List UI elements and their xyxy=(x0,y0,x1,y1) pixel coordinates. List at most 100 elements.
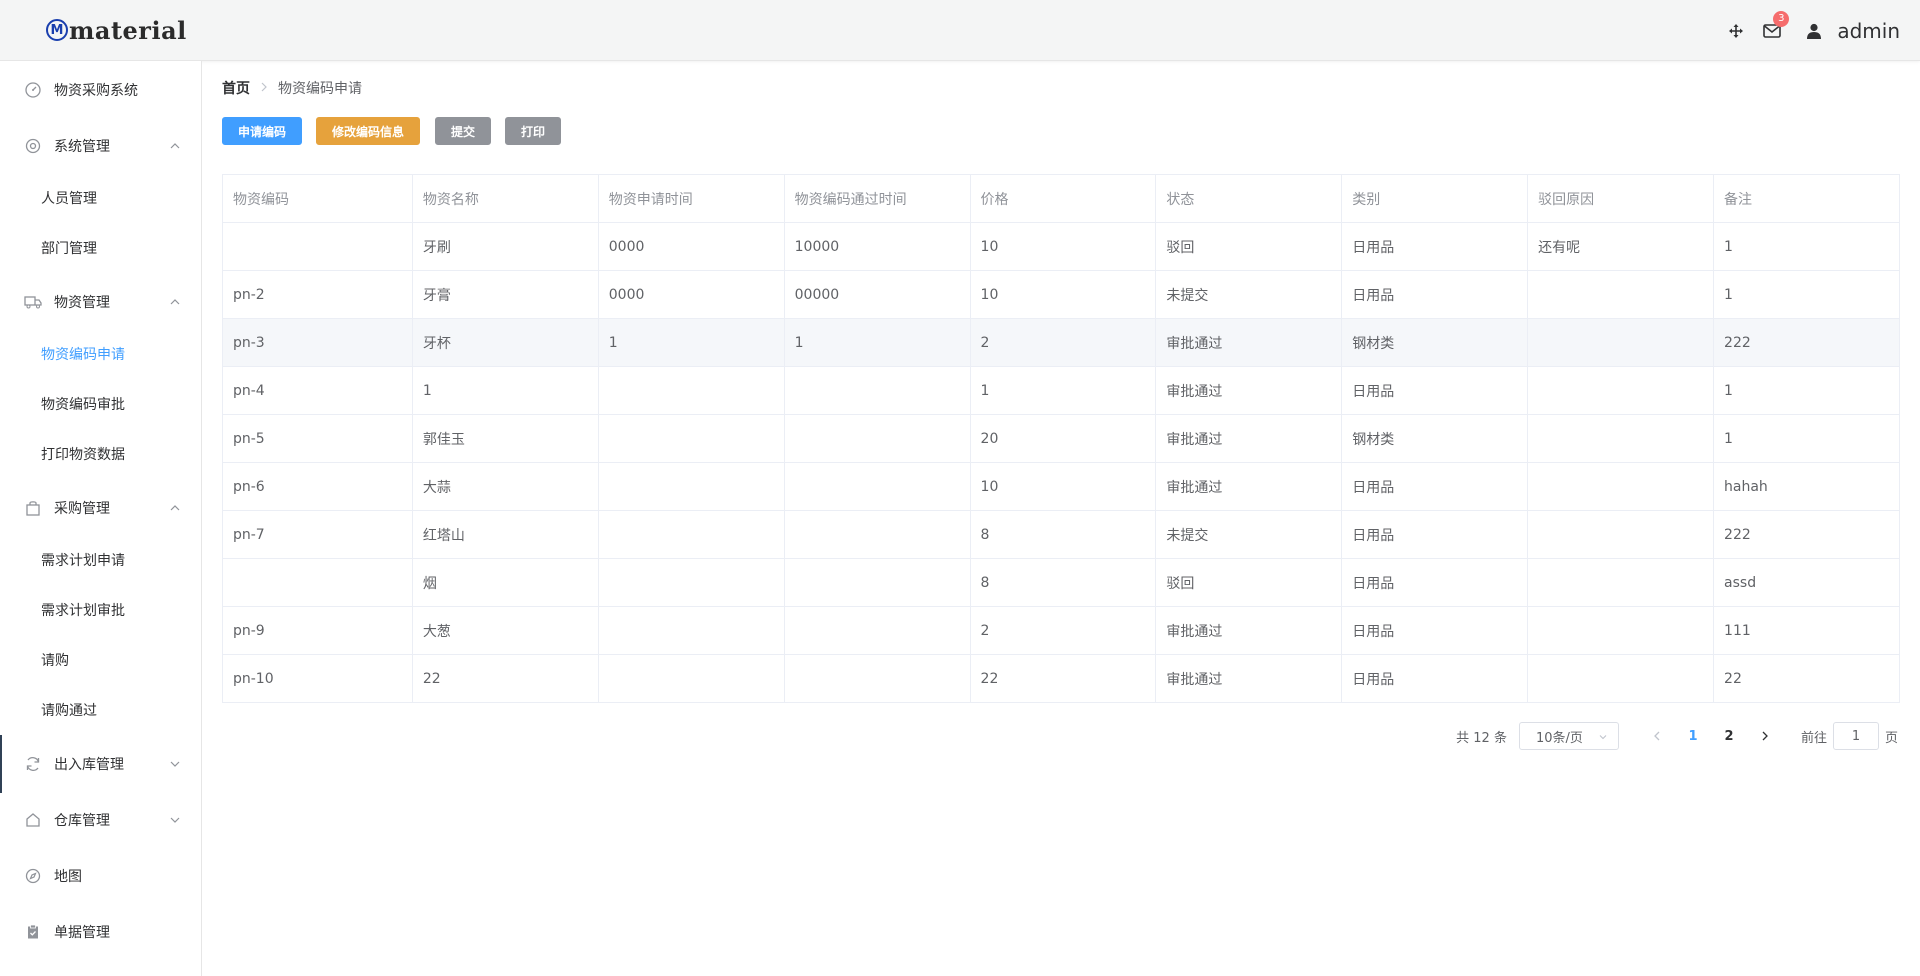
chevron-up-icon xyxy=(170,299,180,305)
table-cell: 222 xyxy=(1713,318,1900,367)
column-header: 驳回原因 xyxy=(1527,174,1715,223)
table-cell: 1 xyxy=(1713,222,1900,271)
page-number[interactable]: 1 xyxy=(1678,722,1708,750)
app-logo[interactable]: M material xyxy=(46,14,187,46)
goto-page-input[interactable]: 1 xyxy=(1832,722,1879,750)
user-icon[interactable] xyxy=(1803,20,1825,42)
table-cell: 10 xyxy=(969,270,1157,319)
page-number[interactable]: 2 xyxy=(1714,722,1744,750)
chevron-left-icon xyxy=(1654,731,1660,741)
table-cell: 1 xyxy=(1713,270,1900,319)
table-cell xyxy=(783,414,971,463)
sidebar-item-material[interactable]: 物资管理 xyxy=(0,277,201,327)
move-icon[interactable] xyxy=(1725,20,1747,42)
table-row[interactable]: pn-9 大葱 2 审批通过 日用品 111 xyxy=(222,606,1900,655)
table-cell: 1 xyxy=(783,318,971,367)
sidebar-item-requisition-approved[interactable]: 请购通过 xyxy=(0,685,201,735)
username[interactable]: admin xyxy=(1837,19,1900,43)
table-cell xyxy=(1527,654,1715,703)
material-table: 物资编码 物资名称 物资申请时间 物资编码通过时间 价格 状态 类别 驳回原因 … xyxy=(222,174,1900,703)
apply-code-button[interactable]: 申请编码 xyxy=(222,117,302,145)
submit-button[interactable]: 提交 xyxy=(435,117,491,145)
table-row[interactable]: pn-6 大蒜 10 审批通过 日用品 hahah xyxy=(222,462,1900,511)
sidebar-item-documents[interactable]: 单据管理 xyxy=(0,907,201,957)
sidebar-item-demand-apply[interactable]: 需求计划申请 xyxy=(0,535,201,585)
table-cell: 审批通过 xyxy=(1155,654,1343,703)
chevron-down-icon xyxy=(170,817,180,823)
table-cell xyxy=(597,510,785,559)
next-page-button[interactable] xyxy=(1750,722,1780,750)
table-cell: 日用品 xyxy=(1341,222,1529,271)
sidebar-item-code-apply[interactable]: 物资编码申请 xyxy=(0,329,201,379)
table-cell: 驳回 xyxy=(1155,222,1343,271)
sidebar-item-label: 系统管理 xyxy=(54,139,110,155)
sidebar-item-demand-review[interactable]: 需求计划审批 xyxy=(0,585,201,635)
column-header: 备注 xyxy=(1713,174,1900,223)
table-cell: 驳回 xyxy=(1155,558,1343,607)
sidebar-item-purchase[interactable]: 采购管理 xyxy=(0,483,201,533)
table-row[interactable]: pn-2 牙膏 0000 00000 10 未提交 日用品 1 xyxy=(222,270,1900,319)
column-header: 物资编码通过时间 xyxy=(783,174,971,223)
table-cell: 10000 xyxy=(783,222,971,271)
breadcrumb-home[interactable]: 首页 xyxy=(222,78,250,98)
sidebar-item-inout[interactable]: 出入库管理 xyxy=(0,739,201,789)
table-row[interactable]: pn-10 22 22 审批通过 日用品 22 xyxy=(222,654,1900,703)
table-cell: 红塔山 xyxy=(411,510,599,559)
column-header: 物资名称 xyxy=(411,174,599,223)
table-row[interactable]: pn-5 郭佳玉 20 审批通过 钢材类 1 xyxy=(222,414,1900,463)
sidebar-item-staff[interactable]: 人员管理 xyxy=(0,173,201,223)
table-cell: 审批通过 xyxy=(1155,318,1343,367)
logo-mark: M xyxy=(46,19,68,41)
table-header-row: 物资编码 物资名称 物资申请时间 物资编码通过时间 价格 状态 类别 驳回原因 … xyxy=(222,174,1900,223)
print-button[interactable]: 打印 xyxy=(505,117,561,145)
edit-code-button[interactable]: 修改编码信息 xyxy=(316,117,420,145)
table-cell: 0000 xyxy=(597,222,785,271)
column-header: 物资申请时间 xyxy=(597,174,785,223)
table-cell: 日用品 xyxy=(1341,654,1529,703)
column-header: 价格 xyxy=(969,174,1157,223)
table-row[interactable]: pn-7 红塔山 8 未提交 日用品 222 xyxy=(222,510,1900,559)
table-cell: 1 xyxy=(969,366,1157,415)
sidebar-item-requisition[interactable]: 请购 xyxy=(0,635,201,685)
table-cell: 审批通过 xyxy=(1155,606,1343,655)
sidebar-item-warehouse[interactable]: 仓库管理 xyxy=(0,795,201,845)
table-body: 牙刷 0000 10000 10 驳回 日用品 还有呢 1 pn-2 牙膏 0000 00000 10 未… xyxy=(222,222,1900,703)
sidebar-item-system[interactable]: 系统管理 xyxy=(0,121,201,171)
table-row[interactable]: 烟 8 驳回 日用品 assd xyxy=(222,558,1900,607)
page-jumper: 前往 1 页 xyxy=(1801,722,1898,750)
table-row[interactable]: pn-4 1 1 审批通过 日用品 1 xyxy=(222,366,1900,415)
table-cell xyxy=(783,366,971,415)
sidebar-item-map[interactable]: 地图 xyxy=(0,851,201,901)
sidebar-item-department[interactable]: 部门管理 xyxy=(0,223,201,273)
table-cell xyxy=(222,558,413,607)
table-cell: 1 xyxy=(597,318,785,367)
truck-icon xyxy=(24,293,42,311)
table-cell: 钢材类 xyxy=(1341,414,1529,463)
sidebar-item-label: 地图 xyxy=(54,869,82,885)
breadcrumb: 首页 物资编码申请 xyxy=(222,78,362,98)
table-cell: 大葱 xyxy=(411,606,599,655)
sidebar-item-dashboard[interactable]: 物资采购系统 xyxy=(0,65,201,115)
table-cell: 日用品 xyxy=(1341,558,1529,607)
page-size-select[interactable]: 10条/页 xyxy=(1518,722,1619,750)
table-cell: pn-4 xyxy=(222,366,413,415)
header-actions: 3 admin xyxy=(1711,0,1900,61)
mail-icon[interactable]: 3 xyxy=(1761,10,1790,42)
sidebar-item-code-review[interactable]: 物资编码审批 xyxy=(0,379,201,429)
chevron-right-icon xyxy=(1762,731,1768,741)
table-cell: 日用品 xyxy=(1341,510,1529,559)
prev-page-button[interactable] xyxy=(1642,722,1672,750)
table-cell xyxy=(1527,510,1715,559)
table-cell: 1 xyxy=(1713,366,1900,415)
table-row[interactable]: pn-3 牙杯 1 1 2 审批通过 钢材类 222 xyxy=(222,318,1900,367)
table-cell xyxy=(597,462,785,511)
table-cell xyxy=(597,366,785,415)
table-cell: pn-6 xyxy=(222,462,413,511)
sidebar-item-label: 仓库管理 xyxy=(54,813,110,829)
table-row[interactable]: 牙刷 0000 10000 10 驳回 日用品 还有呢 1 xyxy=(222,222,1900,271)
column-header: 物资编码 xyxy=(222,174,413,223)
sidebar-item-print-data[interactable]: 打印物资数据 xyxy=(0,429,201,479)
pagination: 共 12 条 10条/页 1 2 前往 1 页 xyxy=(1456,722,1898,750)
settings-icon xyxy=(24,137,42,155)
dashboard-icon xyxy=(24,81,42,99)
